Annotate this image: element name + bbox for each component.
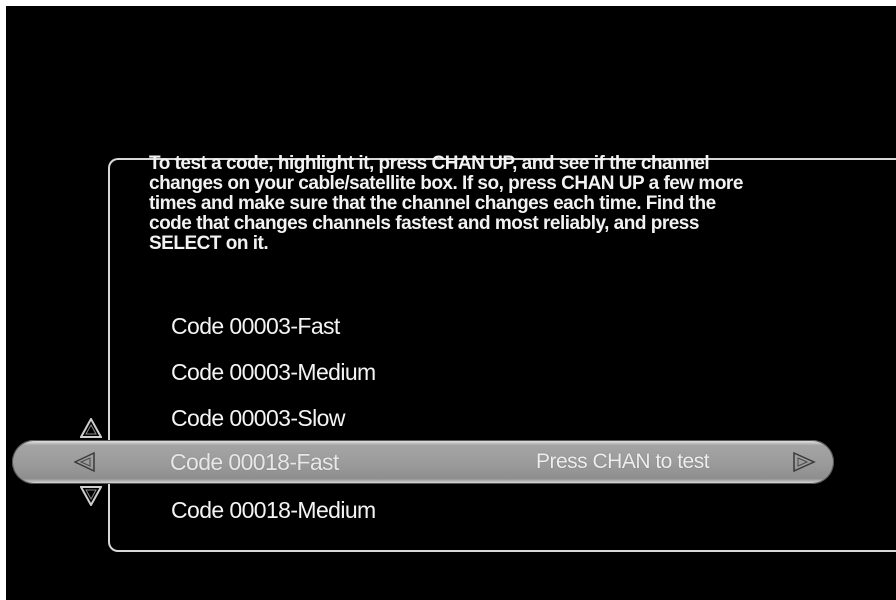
left-arrow-icon[interactable] [74,451,96,473]
code-item-00018-medium[interactable]: Code 00018-Medium [171,491,376,529]
code-item-00003-fast[interactable]: Code 00003-Fast [171,307,340,345]
highlighted-code-00018-fast[interactable]: Code 00018-Fast Press CHAN to test [12,440,834,484]
code-item-00003-medium[interactable]: Code 00003-Medium [171,353,376,391]
code-item-00003-slow[interactable]: Code 00003-Slow [171,399,345,437]
code-list: Code 00003-Fast Code 00003-Medium Code 0… [0,0,896,600]
press-chan-hint: Press CHAN to test [536,450,710,473]
scroll-up-arrow-icon[interactable] [80,418,102,438]
scroll-down-arrow-icon[interactable] [80,486,102,506]
highlighted-code-label: Code 00018-Fast [170,449,339,475]
right-arrow-icon[interactable] [792,451,816,473]
